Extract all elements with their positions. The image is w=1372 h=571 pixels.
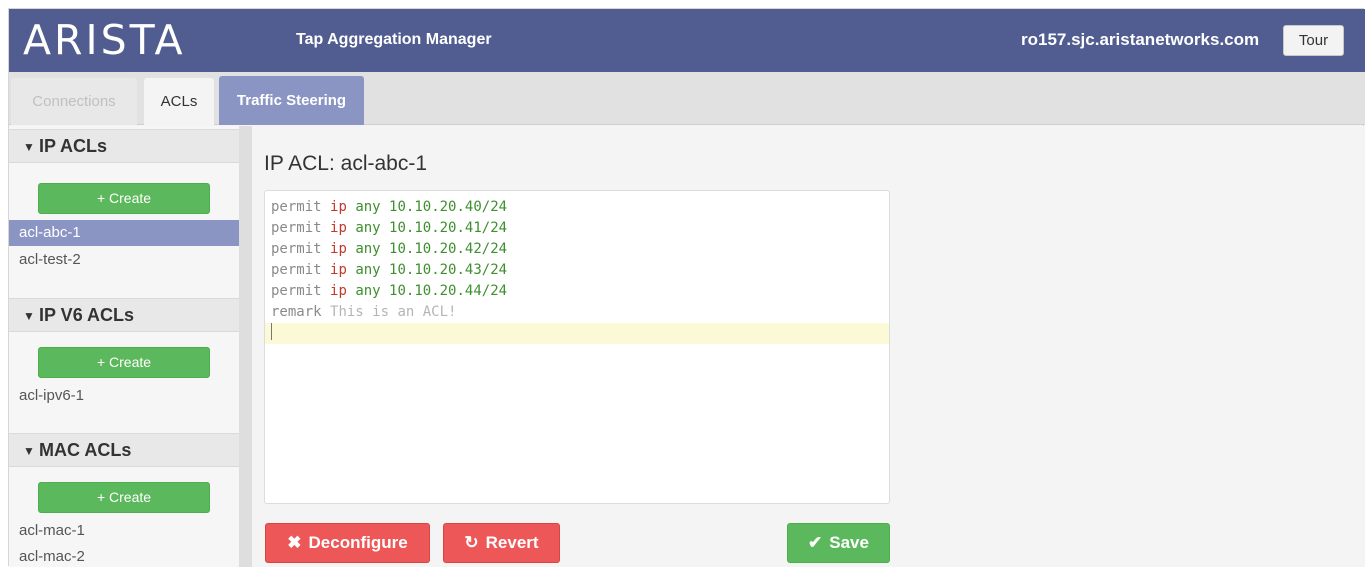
acl-item-acl-ipv6-1[interactable]: acl-ipv6-1	[9, 383, 239, 409]
section-header-ip-acls[interactable]: ▼ IP ACLs	[9, 129, 239, 163]
close-icon: ✖	[287, 533, 302, 552]
editor-line-remark[interactable]: remark This is an ACL!	[265, 302, 889, 323]
acl-item-acl-test-2[interactable]: acl-test-2	[9, 247, 239, 273]
editor-line[interactable]: permit ip any 10.10.20.40/24	[265, 197, 889, 218]
create-ipv6-acl-button[interactable]: + Create	[38, 347, 210, 378]
acl-detail-panel: IP ACL: acl-abc-1 permit ip any 10.10.20…	[252, 126, 1365, 567]
revert-button[interactable]: ↻ Revert	[443, 523, 560, 563]
section-header-ipv6-acls[interactable]: ▼ IP V6 ACLs	[9, 298, 239, 332]
deconfigure-button[interactable]: ✖ Deconfigure	[265, 523, 430, 563]
checkmark-icon: ✔	[808, 533, 823, 552]
hostname-label: ro157.sjc.aristanetworks.com	[1021, 30, 1260, 49]
editor-line[interactable]: permit ip any 10.10.20.42/24	[265, 239, 889, 260]
page-title: IP ACL: acl-abc-1	[264, 152, 428, 175]
text-cursor	[271, 323, 272, 340]
section-header-mac-acls[interactable]: ▼ MAC ACLs	[9, 433, 239, 467]
app-window: ARISTA Tap Aggregation Manager ro157.sjc…	[8, 8, 1365, 567]
app-title: Tap Aggregation Manager	[296, 31, 492, 48]
tab-bar: Connections ACLs Traffic Steering	[9, 72, 1365, 125]
editor-line[interactable]: permit ip any 10.10.20.43/24	[265, 260, 889, 281]
section-title: MAC ACLs	[39, 440, 132, 460]
create-ip-acl-button[interactable]: + Create	[38, 183, 210, 214]
editor-active-line[interactable]	[265, 323, 889, 344]
acl-code-editor[interactable]: permit ip any 10.10.20.40/24 permit ip a…	[264, 190, 890, 504]
section-title: IP V6 ACLs	[39, 305, 135, 325]
tab-traffic-steering[interactable]: Traffic Steering	[219, 76, 364, 125]
editor-line[interactable]: permit ip any 10.10.20.44/24	[265, 281, 889, 302]
create-mac-acl-button[interactable]: + Create	[38, 482, 210, 513]
arista-logo: ARISTA	[23, 16, 186, 64]
editor-line[interactable]: permit ip any 10.10.20.41/24	[265, 218, 889, 239]
sidebar-divider[interactable]	[239, 126, 252, 567]
acl-item-acl-abc-1[interactable]: acl-abc-1	[9, 220, 239, 246]
save-button[interactable]: ✔ Save	[787, 523, 890, 563]
acl-item-acl-mac-1[interactable]: acl-mac-1	[9, 518, 239, 544]
top-navbar: ARISTA Tap Aggregation Manager ro157.sjc…	[9, 9, 1365, 72]
refresh-icon: ↻	[464, 533, 479, 552]
section-title: IP ACLs	[39, 136, 108, 156]
acl-sidebar: ▼ IP ACLs + Create acl-abc-1 acl-test-2 ▼…	[9, 126, 239, 567]
tab-acls[interactable]: ACLs	[144, 78, 214, 125]
chevron-down-icon: ▼	[23, 140, 35, 154]
chevron-down-icon: ▼	[23, 309, 35, 323]
tab-connections[interactable]: Connections	[11, 78, 137, 125]
tour-button[interactable]: Tour	[1283, 25, 1344, 56]
acl-item-acl-mac-2[interactable]: acl-mac-2	[9, 544, 239, 570]
chevron-down-icon: ▼	[23, 444, 35, 458]
